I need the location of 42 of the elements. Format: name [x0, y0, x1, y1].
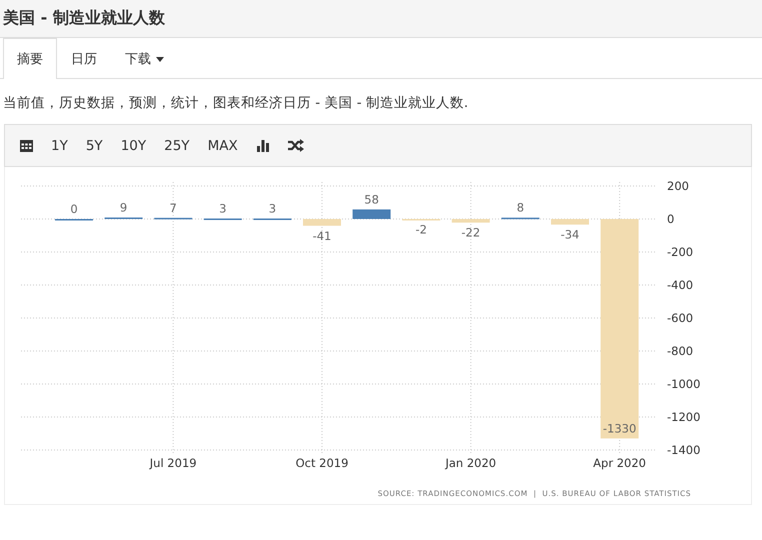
y-tick-label: -1400 [667, 443, 700, 457]
bar [551, 219, 589, 225]
tab[interactable]: 下载 [111, 38, 178, 79]
data-label: 9 [120, 200, 128, 215]
range-button[interactable]: 1Y [42, 134, 77, 158]
range-button[interactable]: 10Y [112, 134, 156, 158]
shuffle-icon [288, 139, 304, 152]
data-label: 0 [70, 202, 78, 216]
data-label: 58 [364, 192, 379, 206]
range-button[interactable]: 25Y [155, 134, 199, 158]
y-tick-label: 200 [667, 179, 689, 193]
y-tick-label: -400 [667, 278, 694, 292]
data-label: -2 [415, 222, 427, 236]
data-label: 8 [516, 200, 524, 215]
data-label: 3 [219, 202, 226, 216]
range-button[interactable]: 5Y [76, 134, 112, 158]
y-tick-label: 0 [667, 212, 674, 226]
y-tick-label: -600 [667, 311, 694, 325]
x-tick-label: Jul 2019 [150, 456, 197, 470]
x-tick-label: Apr 2020 [593, 456, 646, 470]
y-tick-label: -800 [667, 344, 694, 358]
tab[interactable]: 摘要 [3, 38, 57, 79]
data-label: -41 [312, 228, 332, 243]
data-label: -22 [461, 226, 480, 240]
x-tick-label: Oct 2019 [296, 456, 348, 470]
bar [352, 209, 391, 219]
data-label: -1330 [602, 421, 636, 436]
tab[interactable]: 日历 [57, 38, 111, 79]
data-label: 7 [170, 200, 177, 215]
data-label: 3 [268, 202, 276, 216]
y-tick-label: -1200 [667, 410, 700, 424]
y-tick-label: -200 [667, 245, 694, 259]
description-text: 当前值，历史数据，预测，统计，图表和经济日历 - 美国 - 制造业就业人数. [3, 94, 470, 112]
y-tick-label: -1000 [667, 377, 700, 391]
calendar-icon [20, 139, 33, 152]
page-title: 美国 - 制造业就业人数 [3, 8, 165, 29]
bar [452, 219, 490, 223]
range-button[interactable]: MAX [198, 134, 247, 158]
x-tick-label: Jan 2020 [445, 456, 496, 470]
data-label: -34 [560, 228, 580, 242]
bar-chart-icon [256, 139, 270, 152]
bar [303, 219, 341, 226]
